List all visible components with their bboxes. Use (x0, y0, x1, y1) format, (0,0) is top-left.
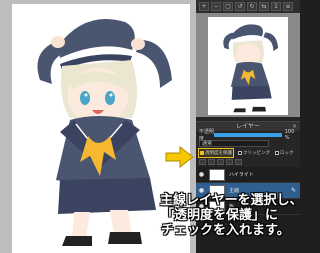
flip-icon[interactable]: ⇆ (259, 2, 269, 11)
actual-size-icon[interactable]: 1 (271, 2, 281, 11)
delete-layer-icon[interactable] (235, 159, 242, 165)
zoom-out-icon[interactable]: − (211, 2, 221, 11)
opacity-row: 不透明度 100 % (196, 129, 300, 142)
clipping-checkbox[interactable]: クリッピング (237, 149, 271, 157)
rotate-right-icon[interactable]: ↻ (247, 2, 257, 11)
blend-mode-select[interactable]: 通常 (199, 140, 269, 147)
new-layer-icon[interactable] (199, 159, 206, 165)
lock-label: ロック (280, 151, 294, 156)
caption-line-2: 「透明度を保護」に (161, 208, 279, 223)
eye-icon[interactable]: ● (198, 171, 205, 178)
pointer-arrow-icon (165, 146, 194, 168)
navigator-toolbar: + − ▢ ↺ ↻ ⇆ 1 ≡ (196, 0, 300, 13)
protect-alpha-checkbox[interactable]: 透明度を保護 (198, 148, 234, 158)
menu-icon[interactable]: ≡ (283, 2, 293, 11)
instruction-caption: 主線レイヤーを選択し、 「透明度を保護」に チェックを入れます。 (160, 193, 303, 238)
fit-icon[interactable]: ▢ (223, 2, 233, 11)
navigator-thumbnail-illustration (223, 24, 279, 113)
lock-checkbox[interactable]: ロック (274, 149, 295, 157)
layer-tools-row (196, 158, 300, 166)
layer-row-highlight[interactable]: ● ハイライト (196, 167, 300, 183)
new-folder-icon[interactable] (208, 159, 215, 165)
checkbox-checked-icon (200, 151, 204, 155)
merge-down-icon[interactable] (226, 159, 233, 165)
layer-thumbnail (209, 168, 225, 181)
opacity-slider[interactable] (214, 132, 282, 137)
layer-options-row: 透明度を保護 クリッピング ロック (196, 148, 300, 158)
zoom-in-icon[interactable]: + (199, 2, 209, 11)
blend-mode-row: 通常 (196, 139, 300, 148)
layer-panel-title: レイヤー (236, 123, 260, 130)
navigator-preview[interactable] (196, 13, 300, 117)
protect-alpha-label: 透明度を保護 (205, 151, 232, 156)
checkbox-unchecked-icon (238, 151, 242, 155)
opacity-slider-fill (214, 132, 282, 137)
layer-name: ハイライト (229, 172, 254, 178)
checkbox-unchecked-icon (275, 151, 279, 155)
caption-line-1: 主線レイヤーを選択し、 (160, 193, 303, 208)
clipping-label: クリッピング (243, 151, 270, 156)
copy-layer-icon[interactable] (217, 159, 224, 165)
rotate-left-icon[interactable]: ↺ (235, 2, 245, 11)
caption-line-3: チェックを入れます。 (161, 223, 290, 238)
